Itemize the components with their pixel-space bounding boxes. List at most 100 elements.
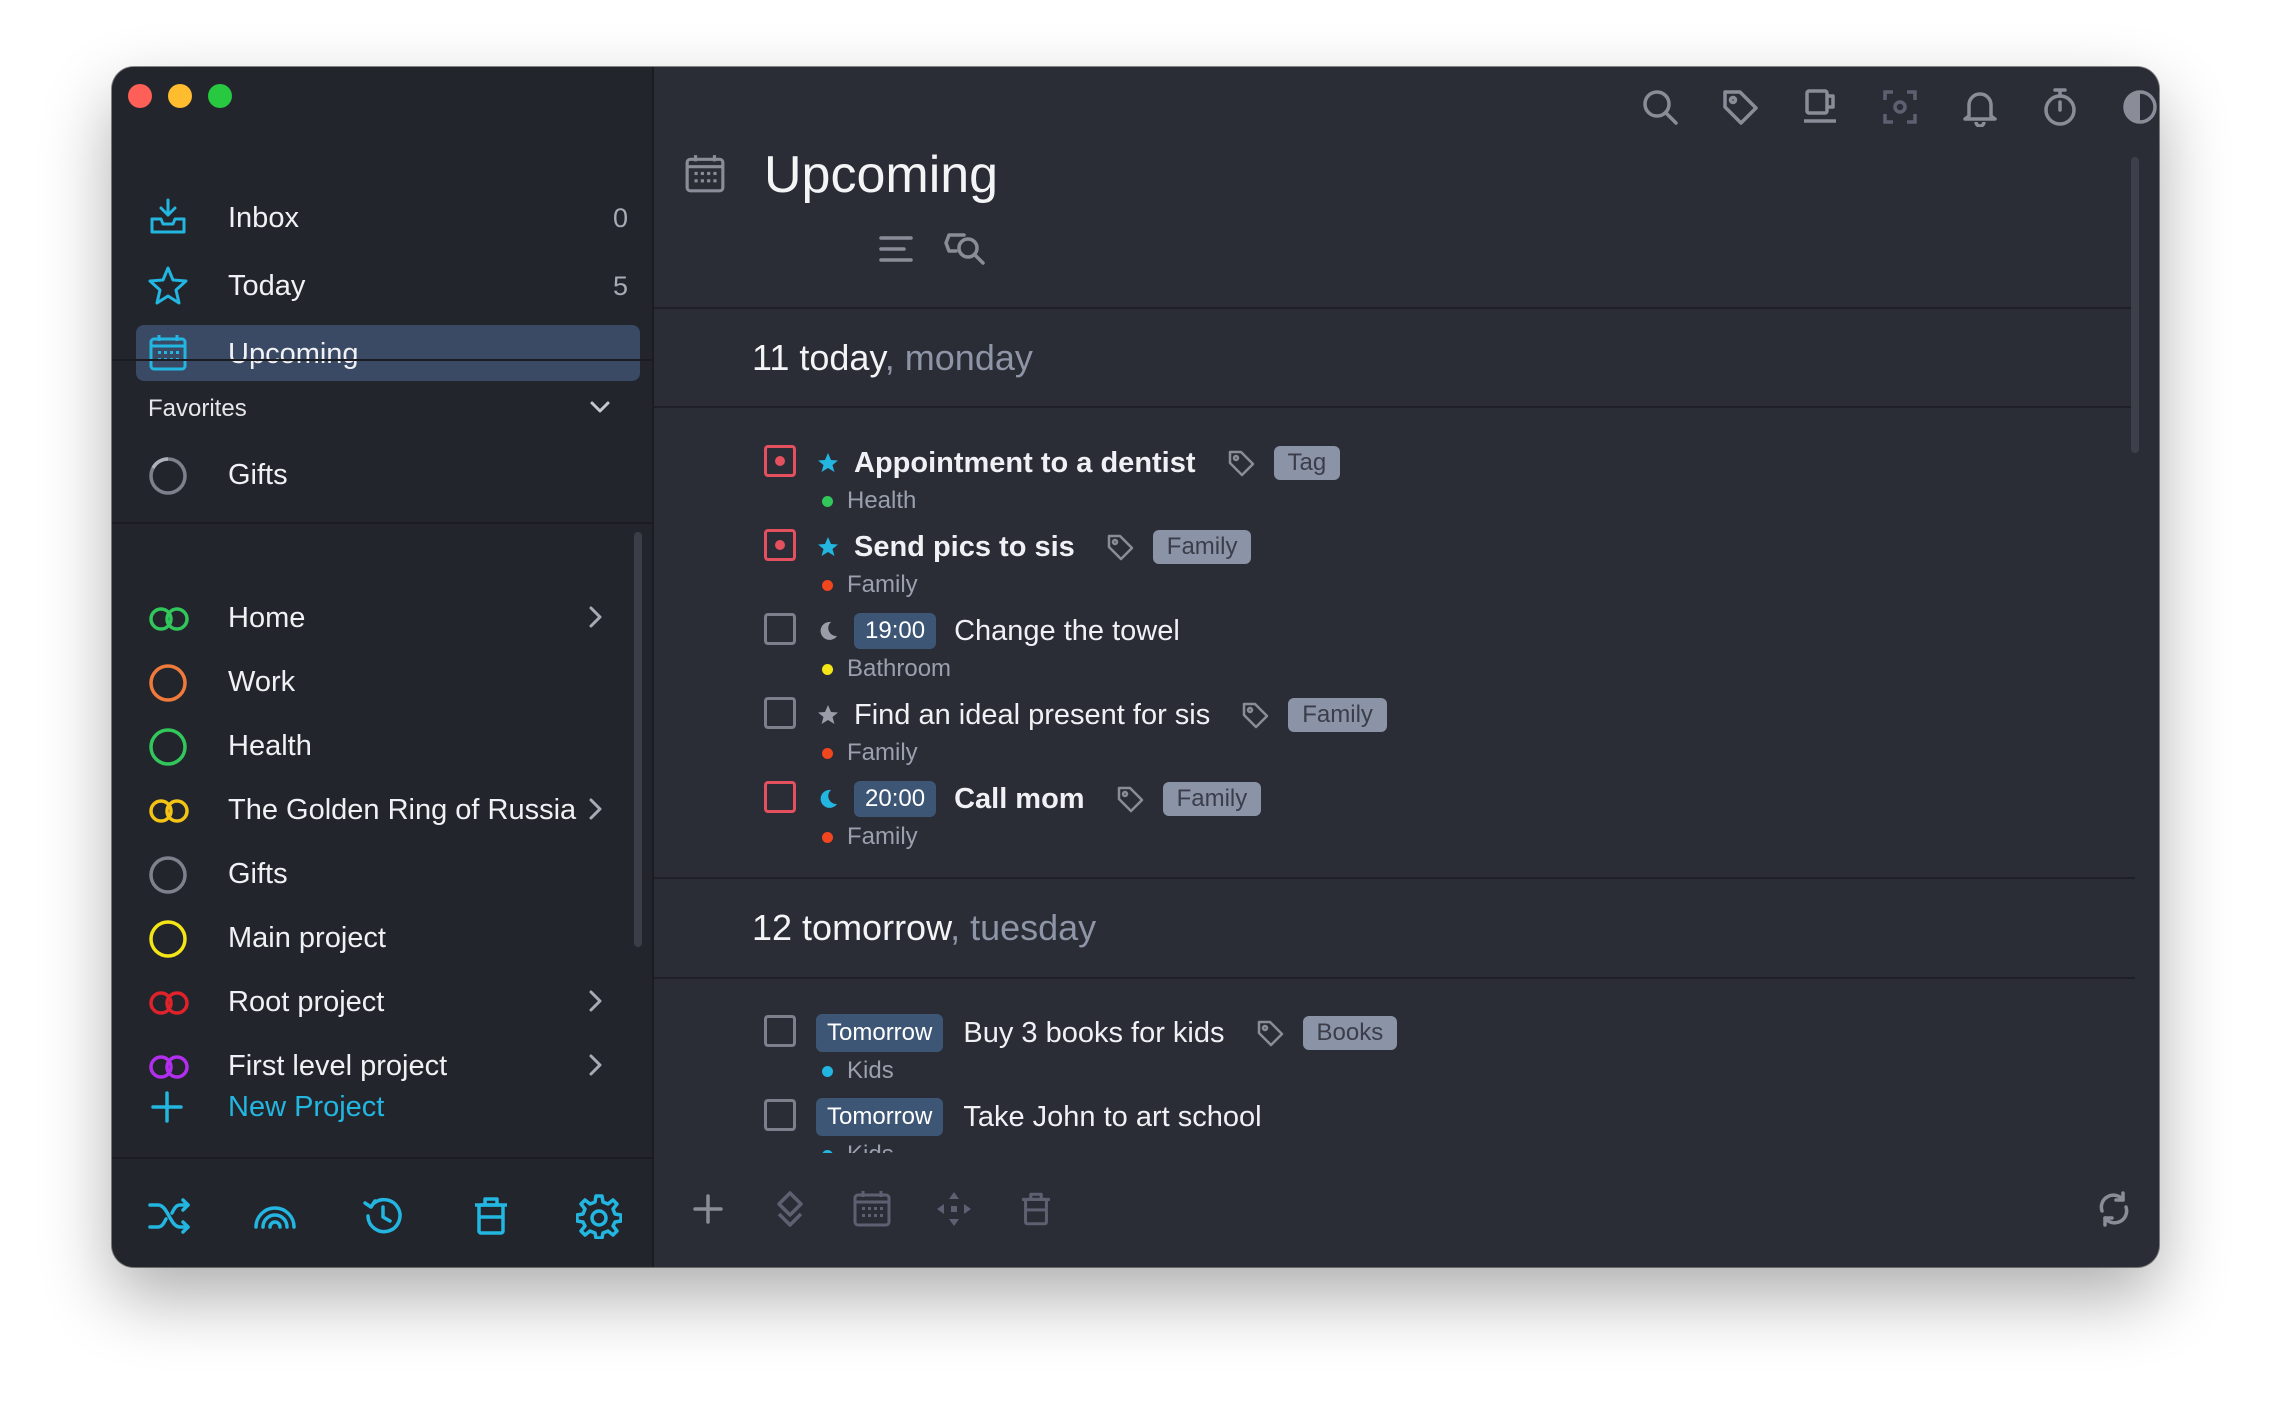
minimize-window-button[interactable] — [168, 84, 192, 108]
trash-icon[interactable] — [1016, 1189, 1056, 1229]
task-item[interactable]: 19:00 Change the towel Bathroom — [764, 611, 2099, 693]
nav-upcoming[interactable]: Upcoming — [136, 325, 640, 381]
task-item[interactable]: Appointment to a dentist Tag Health — [764, 443, 2099, 525]
tag-chip[interactable]: Family — [1162, 782, 1262, 816]
main-scrollbar[interactable] — [2131, 157, 2139, 453]
task-title: Send pics to sis — [854, 530, 1075, 563]
project-item[interactable]: Work — [148, 656, 608, 706]
timer-icon[interactable] — [2040, 87, 2080, 127]
calendar-icon[interactable] — [852, 1189, 892, 1229]
project-item[interactable]: Health — [148, 720, 608, 770]
project-ring-icon — [148, 727, 190, 767]
task-project: Kids — [822, 1141, 894, 1153]
task-checkbox[interactable] — [764, 697, 796, 729]
page-title: Upcoming — [764, 146, 999, 204]
tag-icon[interactable] — [1720, 87, 1760, 127]
project-item[interactable]: Gifts — [148, 848, 608, 898]
project-group-icon — [148, 599, 190, 639]
coffee-icon[interactable] — [1800, 87, 1840, 127]
plus-icon — [150, 1090, 184, 1124]
section-divider — [654, 877, 2135, 879]
section-divider — [654, 977, 2135, 979]
chevron-right-icon[interactable] — [582, 1052, 608, 1078]
settings-icon[interactable] — [576, 1193, 622, 1239]
move-icon[interactable] — [770, 1189, 810, 1229]
project-dot — [822, 663, 833, 675]
arrows-icon[interactable] — [934, 1189, 974, 1229]
contrast-icon[interactable] — [2120, 87, 2159, 127]
focus-icon[interactable] — [1880, 87, 1920, 127]
day-header-tomorrow: 12 tomorrow, tuesday — [752, 907, 1096, 949]
time-chip[interactable]: 20:00 — [854, 781, 937, 817]
task-title: Appointment to a dentist — [854, 446, 1196, 479]
task-checkbox[interactable] — [764, 1099, 796, 1131]
chevron-right-icon[interactable] — [582, 604, 608, 630]
task-title: Change the towel — [954, 614, 1180, 647]
chevron-right-icon[interactable] — [582, 796, 608, 822]
project-item[interactable]: Main project — [148, 912, 608, 962]
nav-inbox-count: 0 — [612, 203, 628, 233]
sync-icon[interactable] — [2094, 1189, 2134, 1229]
section-divider — [654, 406, 2135, 408]
task-project-label: Family — [847, 571, 918, 598]
search-comments-icon[interactable] — [944, 229, 985, 269]
task-item[interactable]: Tomorrow Take John to art school Kids — [764, 1097, 2099, 1153]
calendar-icon — [148, 333, 188, 373]
project-ring-icon — [148, 855, 190, 895]
task-project: Health — [822, 487, 916, 515]
project-dot — [822, 1065, 833, 1077]
tag-chip[interactable]: Tag — [1273, 446, 1341, 480]
rainbow-icon[interactable] — [252, 1193, 298, 1239]
task-checkbox[interactable] — [764, 613, 796, 645]
task-checkbox[interactable] — [764, 781, 796, 813]
sidebar-scrollbar[interactable] — [634, 532, 642, 947]
tag-icon — [1117, 786, 1143, 813]
project-item[interactable]: Home — [148, 592, 608, 642]
favorite-item-gifts[interactable]: Gifts — [148, 449, 608, 499]
chevron-down-icon[interactable] — [588, 395, 612, 419]
project-label: The Golden Ring of Russia — [228, 794, 577, 826]
tag-chip[interactable]: Family — [1152, 530, 1252, 564]
new-project-button[interactable]: New Project — [148, 1081, 448, 1131]
task-item[interactable]: Find an ideal present for sis Family Fam… — [764, 695, 2099, 777]
list-view-icon[interactable] — [876, 229, 916, 269]
add-icon[interactable] — [688, 1189, 728, 1229]
chevron-right-icon[interactable] — [582, 988, 608, 1014]
task-item[interactable]: 20:00 Call mom Family Family — [764, 779, 2099, 861]
zoom-window-button[interactable] — [208, 84, 232, 108]
project-label: Gifts — [228, 858, 288, 890]
task-title: Find an ideal present for sis — [854, 698, 1211, 731]
task-title: Call mom — [954, 782, 1085, 815]
date-chip[interactable]: Tomorrow — [816, 1098, 944, 1136]
tag-chip[interactable]: Books — [1302, 1016, 1398, 1050]
project-dot — [822, 579, 833, 591]
nav-today[interactable]: Today 5 — [136, 257, 640, 313]
trash-icon[interactable] — [468, 1193, 514, 1239]
task-item[interactable]: Tomorrow Buy 3 books for kids Books Kids — [764, 1013, 2099, 1095]
shuffle-icon[interactable] — [146, 1193, 192, 1239]
project-ring-icon — [148, 456, 190, 496]
task-checkbox[interactable] — [764, 445, 796, 477]
task-checkbox[interactable] — [764, 1015, 796, 1047]
close-window-button[interactable] — [128, 84, 152, 108]
project-item[interactable]: The Golden Ring of Russia — [148, 784, 608, 834]
project-item[interactable]: Root project — [148, 976, 608, 1026]
project-dot — [822, 831, 833, 843]
search-icon[interactable] — [1640, 87, 1680, 127]
priority-dot — [775, 540, 785, 550]
bell-icon[interactable] — [1960, 87, 2000, 127]
project-label: Main project — [228, 922, 386, 954]
inbox-icon — [148, 197, 188, 237]
tag-chip[interactable]: Family — [1288, 698, 1387, 732]
history-icon[interactable] — [360, 1193, 406, 1239]
star-icon — [818, 453, 838, 472]
task-project: Family — [822, 823, 918, 851]
date-chip[interactable]: Tomorrow — [816, 1014, 944, 1052]
task-item[interactable]: Send pics to sis Family Family — [764, 527, 2099, 609]
nav-inbox[interactable]: Inbox 0 — [136, 189, 640, 245]
tag-icon — [1257, 1020, 1283, 1047]
time-chip[interactable]: 19:00 — [854, 613, 937, 649]
day-weekday: , monday — [884, 337, 1033, 378]
task-checkbox[interactable] — [764, 529, 796, 561]
star-icon — [818, 705, 838, 724]
